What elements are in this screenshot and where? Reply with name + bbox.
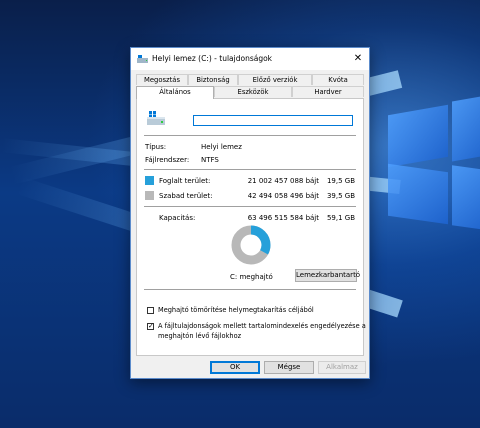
window-title: Helyi lemez (C:) - tulajdonságok: [152, 54, 273, 63]
tab-altalanos[interactable]: Általános: [136, 86, 214, 99]
index-drive-label-line2: meghajtón lévő fájlokhoz: [158, 332, 242, 340]
tab-megosztas[interactable]: Megosztás: [136, 74, 188, 85]
wallpaper-logo-pane: [452, 165, 480, 231]
free-space-size: 39,5 GB: [326, 192, 355, 200]
capacity-label: Kapacitás:: [159, 214, 196, 222]
type-value: Helyi lemez: [201, 143, 242, 151]
properties-dialog: Helyi lemez (C:) - tulajdonságok ✕ Megos…: [130, 47, 370, 379]
compress-drive-label: Meghajtó tömörítése helymegtakarítás cél…: [158, 306, 314, 314]
used-space-label: Foglalt terület:: [159, 177, 211, 185]
apply-button: Alkalmaz: [318, 361, 366, 374]
free-space-swatch: [145, 191, 154, 200]
capacity-bytes: 63 496 515 584 bájt: [247, 214, 319, 222]
tab-biztonsag[interactable]: Biztonság: [188, 74, 238, 85]
used-space-bytes: 21 002 457 088 bájt: [247, 177, 319, 185]
divider: [144, 289, 356, 290]
divider: [144, 135, 356, 136]
tab-kvota[interactable]: Kvóta: [312, 74, 364, 85]
cancel-button[interactable]: Mégse: [264, 361, 314, 374]
close-button[interactable]: ✕: [351, 52, 365, 66]
filesystem-label: Fájlrendszer:: [145, 156, 190, 164]
wallpaper-logo-pane: [388, 104, 448, 168]
tab-hardver[interactable]: Hardver: [292, 86, 364, 97]
wallpaper-logo-pane: [452, 94, 480, 162]
ok-button[interactable]: OK: [210, 361, 260, 374]
tab-elozo-verziok[interactable]: Előző verziók: [238, 74, 312, 85]
disk-usage-donut: [231, 225, 271, 265]
index-drive-label-line1: A fájltulajdonságok mellett tartalominde…: [158, 322, 366, 330]
disk-cleanup-button[interactable]: Lemezkarbantartó: [295, 269, 360, 282]
used-space-size: 19,5 GB: [326, 177, 355, 185]
index-drive-checkbox[interactable]: ✓: [147, 323, 154, 330]
wallpaper-logo-pane: [388, 163, 448, 225]
drive-large-icon: [147, 111, 165, 125]
free-space-label: Szabad terület:: [159, 192, 213, 200]
filesystem-value: NTFS: [201, 156, 219, 164]
divider: [144, 206, 356, 207]
drive-icon: [137, 55, 148, 63]
capacity-size: 59,1 GB: [326, 214, 355, 222]
type-label: Típus:: [145, 143, 167, 151]
compress-drive-checkbox[interactable]: [147, 307, 154, 314]
used-space-swatch: [145, 176, 154, 185]
title-bar[interactable]: Helyi lemez (C:) - tulajdonságok ✕: [131, 48, 369, 70]
divider: [144, 169, 356, 170]
tab-panel-general: Típus: Helyi lemez Fájlrendszer: NTFS Fo…: [136, 98, 366, 356]
drive-name-input[interactable]: [193, 115, 353, 126]
tab-eszkozok[interactable]: Eszközök: [214, 86, 292, 97]
drive-label: C: meghajtó: [230, 273, 273, 281]
free-space-bytes: 42 494 058 496 bájt: [247, 192, 319, 200]
